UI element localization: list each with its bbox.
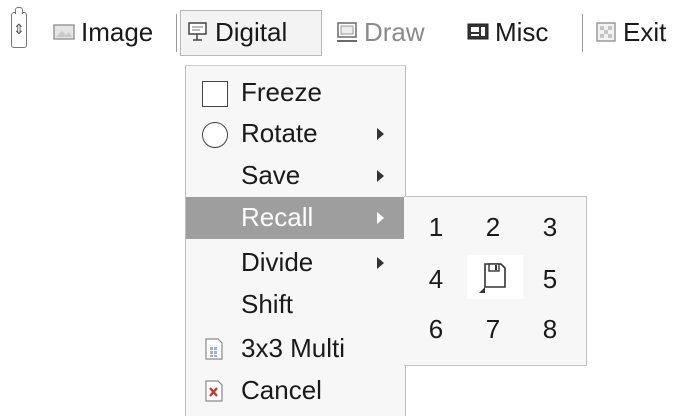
submenu-arrow-icon [377,257,384,269]
toolbar-image-label: Image [81,16,154,47]
toolbar-image-button[interactable]: Image [52,12,153,52]
recall-slot-7[interactable]: 7 [465,307,521,351]
menu-item-shift[interactable]: Shift [186,284,405,326]
menu-item-label: Shift [241,289,294,319]
menu-item-rotate[interactable]: Rotate [186,113,405,155]
toolbar-grip-icon[interactable]: ⇕ [11,7,27,48]
menu-item-label: Divide [241,247,314,277]
submenu-arrow-icon [377,170,384,182]
toolbar-misc-label: Misc [495,16,549,47]
toolbar-separator [582,14,583,52]
menu-item-recall[interactable]: Recall [186,197,405,239]
menu-item-label: Save [241,160,301,190]
draw-icon [335,20,359,44]
toolbar-draw-button[interactable]: Draw [335,12,425,52]
cancel-icon [202,379,226,403]
recall-slot-3[interactable]: 3 [522,205,578,249]
toolbar-separator [176,14,177,52]
menu-item-label: 3x3 Multi [241,333,346,363]
toolbar-misc-button[interactable]: Misc [466,12,548,52]
toolbar-digital-button[interactable]: Digital [186,12,287,52]
recall-submenu: 1 2 3 4 5 6 7 8 [404,196,587,366]
menu-item-cancel[interactable]: Cancel [186,370,405,412]
image-icon [52,20,76,44]
menu-item-freeze[interactable]: Freeze [186,72,405,114]
toolbar-exit-button[interactable]: Exit [594,12,666,52]
recall-slot-1[interactable]: 1 [408,205,464,249]
rotate-circle-icon [202,122,228,148]
submenu-arrow-icon [377,212,384,224]
recall-slot-2[interactable]: 2 [465,205,521,249]
recall-slot-6[interactable]: 6 [408,307,464,351]
digital-icon [186,20,210,44]
recall-slot-5[interactable]: 5 [522,257,578,301]
toolbar-exit-label: Exit [623,16,667,47]
grid-document-icon [202,337,226,361]
recall-slot-4[interactable]: 4 [408,257,464,301]
grip-glyph: ⇕ [13,21,25,37]
floppy-disk-icon [479,263,506,293]
recall-slot-8[interactable]: 8 [522,307,578,351]
misc-icon [466,20,490,44]
recall-slot-current[interactable] [467,255,523,299]
menu-item-save[interactable]: Save [186,155,405,197]
menu-item-divide[interactable]: Divide [186,242,405,284]
submenu-arrow-icon [377,128,384,140]
menu-item-label: Freeze [241,77,322,107]
toolbar-draw-label: Draw [364,16,425,47]
digital-menu: Freeze Rotate Save Recall Divide Shift 3… [185,65,406,416]
menu-item-3x3-multi[interactable]: 3x3 Multi [186,328,405,370]
menu-item-label: Rotate [241,118,318,148]
toolbar: ⇕ Image Digital Draw Misc Exit [0,0,692,62]
menu-item-label: Recall [241,202,314,232]
toolbar-digital-label: Digital [215,16,288,47]
checkbox-icon[interactable] [202,81,228,107]
menu-item-label: Cancel [241,375,322,405]
screen: ⇕ Image Digital Draw Misc Exit Freeze Ro… [0,0,692,416]
exit-icon [594,20,618,44]
